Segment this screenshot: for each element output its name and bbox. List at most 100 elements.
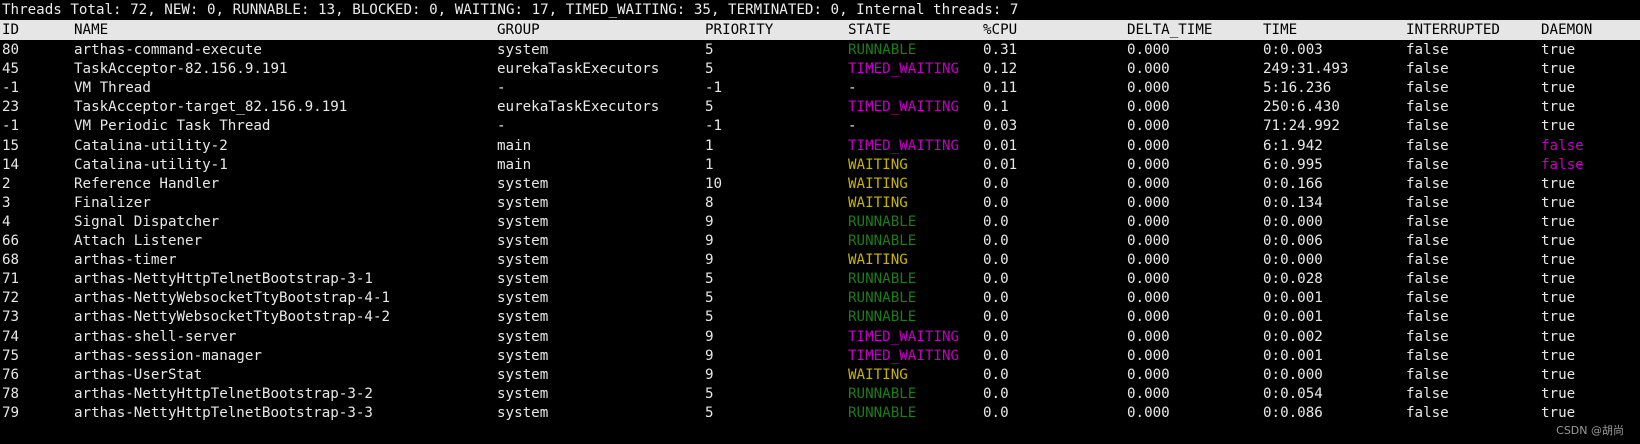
thread-time: 0:0.006 [1263,233,1323,249]
thread-time: 0:0.001 [1263,290,1323,307]
thread-summary: Threads Total: 72, NEW: 0, RUNNABLE: 13,… [2,2,1019,18]
thread-daemon: true [1541,61,1576,78]
column-header-name: NAME [74,22,109,38]
thread-state: TIMED_WAITING [848,328,960,345]
table-row: 4 Signal Dispatcher system 9 RUNNABLE 0.0 0.00… [0,212,1640,232]
thread-delta-time: 0.000 [1127,99,1170,116]
table-row: 72 arthas-NettyWebsocketTtyBootstrap-4-1 s… [0,288,1640,308]
thread-name: Signal Dispatcher [74,213,220,230]
thread-group: system [497,385,549,402]
thread-daemon: true [1541,290,1576,307]
thread-state: RUNNABLE [848,271,917,288]
thread-delta-time: 0.000 [1127,213,1170,230]
thread-state: RUNNABLE [848,385,917,402]
thread-delta-time: 0.000 [1127,366,1170,383]
thread-state: WAITING [848,194,908,211]
thread-time: 0:0.000 [1263,366,1323,383]
column-header-daemon: DAEMON [1541,22,1593,38]
thread-priority: 5 [705,42,714,58]
thread-priority: 5 [705,271,714,288]
thread-interrupted: false [1406,290,1449,307]
thread-name: VM Thread [74,80,151,97]
table-row: 2 Reference Handler system 10 WAITING 0.0 0.00… [0,174,1640,194]
column-header-interrupted: INTERRUPTED [1406,22,1500,38]
thread-time: 0:0.000 [1263,213,1323,230]
thread-id: 78 [2,385,20,402]
thread-id: 73 [2,309,20,326]
thread-cpu: 0.01 [983,137,1018,154]
thread-delta-time: 0.000 [1127,309,1170,326]
thread-priority: -1 [705,118,723,135]
thread-id: 2 [2,175,11,192]
thread-time: 250:6.430 [1263,99,1340,116]
watermark: CSDN @胡尚 [1556,424,1624,437]
thread-group: system [497,328,549,345]
thread-name: arthas-NettyHttpTelnetBootstrap-3-3 [74,404,373,421]
thread-interrupted: false [1406,366,1449,383]
thread-cpu: 0.0 [983,404,1009,421]
thread-delta-time: 0.000 [1127,156,1170,173]
thread-priority: 5 [705,404,714,421]
thread-daemon: true [1541,194,1576,211]
thread-cpu: 0.0 [983,213,1009,230]
thread-priority: 8 [705,194,714,211]
thread-group: system [497,175,549,192]
thread-id: 76 [2,366,20,383]
table-row: 23 TaskAcceptor-target_82.156.9.191 eureka… [0,97,1640,117]
thread-name: arthas-command-execute [74,42,262,58]
thread-id: 68 [2,252,20,269]
thread-interrupted: false [1406,233,1449,249]
thread-delta-time: 0.000 [1127,347,1170,364]
thread-cpu: 0.0 [983,233,1009,249]
thread-cpu: 0.0 [983,347,1009,364]
thread-priority: 1 [705,156,714,173]
thread-daemon: false [1541,156,1584,173]
thread-daemon: false [1541,137,1584,154]
thread-priority: 5 [705,309,714,326]
thread-state: TIMED_WAITING [848,99,960,116]
thread-cpu: 0.03 [983,118,1018,135]
thread-state: WAITING [848,175,908,192]
thread-cpu: 0.0 [983,385,1009,402]
table-row: 68 arthas-timer system 9 WAITING 0.0 0.000 0:0.… [0,250,1640,270]
thread-interrupted: false [1406,252,1449,269]
table-row: 45 TaskAcceptor-82.156.9.191 eurekaTaskExe… [0,59,1640,79]
thread-state: WAITING [848,156,908,173]
thread-priority: 5 [705,99,714,116]
thread-name: Catalina-utility-1 [74,156,228,173]
table-row: 74 arthas-shell-server system 9 TIMED_WAITIN… [0,327,1640,347]
thread-delta-time: 0.000 [1127,404,1170,421]
table-row: 14 Catalina-utility-1 main 1 WAITING 0.01 0.00… [0,155,1640,175]
thread-time: 5:16.236 [1263,80,1332,97]
thread-group: system [497,366,549,383]
thread-cpu: 0.0 [983,309,1009,326]
column-header-group: GROUP [497,22,540,38]
thread-daemon: true [1541,175,1576,192]
thread-daemon: true [1541,233,1576,249]
thread-interrupted: false [1406,99,1449,116]
thread-delta-time: 0.000 [1127,137,1170,154]
thread-state: RUNNABLE [848,404,917,421]
thread-delta-time: 0.000 [1127,194,1170,211]
thread-daemon: true [1541,252,1576,269]
thread-priority: -1 [705,80,723,97]
thread-group: - [497,80,506,97]
thread-state: RUNNABLE [848,213,917,230]
thread-name: TaskAcceptor-82.156.9.191 [74,61,288,78]
thread-group: system [497,290,549,307]
thread-delta-time: 0.000 [1127,233,1170,249]
thread-priority: 9 [705,347,714,364]
column-header-state: STATE [848,22,891,38]
thread-name: arthas-NettyWebsocketTtyBootstrap-4-2 [74,309,391,326]
thread-group: main [497,137,532,154]
thread-daemon: true [1541,118,1576,135]
thread-interrupted: false [1406,309,1449,326]
thread-id: 80 [2,42,20,58]
thread-interrupted: false [1406,61,1449,78]
thread-priority: 5 [705,385,714,402]
table-row: 3 Finalizer system 8 WAITING 0.0 0.000 0:0.134 f… [0,193,1640,213]
table-row: 80 arthas-command-execute system 5 RUNNABLE 0… [0,40,1640,60]
thread-daemon: true [1541,328,1576,345]
column-header-id: ID [2,22,20,38]
thread-delta-time: 0.000 [1127,80,1170,97]
